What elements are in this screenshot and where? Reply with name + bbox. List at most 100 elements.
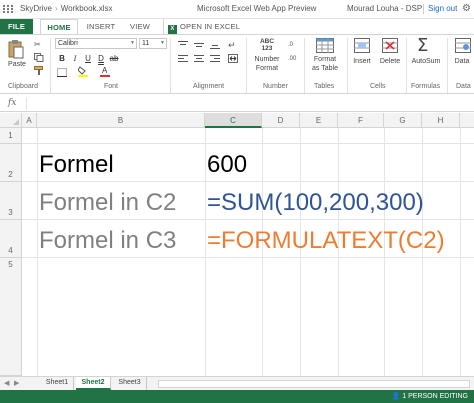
editing-status[interactable]: 👤 1 PERSON EDITING (392, 392, 468, 400)
separator (447, 38, 448, 93)
number-format-button[interactable]: Number Format (250, 55, 284, 73)
strikethrough-button[interactable]: ab (109, 53, 119, 64)
cell-b4[interactable]: Formel in C3 (39, 227, 176, 255)
user-name[interactable]: Mourad Louha - DSP (347, 4, 422, 13)
column-header-g[interactable]: G (384, 113, 422, 128)
decrease-decimal-icon[interactable]: .00 (288, 55, 298, 64)
data-button[interactable]: Data (451, 58, 473, 65)
title-bar: SkyDrive › Workbook.xlsx Microsoft Excel W… (0, 0, 474, 19)
sheet-tab-sheet3[interactable]: Sheet3 (113, 377, 147, 390)
tab-view[interactable]: VIEW (125, 19, 155, 34)
breadcrumb-separator-icon: › (55, 4, 58, 13)
horizontal-scrollbar[interactable] (158, 380, 470, 388)
align-left-icon[interactable] (178, 55, 188, 64)
delete-cells-button[interactable]: Delete (377, 58, 403, 65)
paste-icon[interactable] (8, 39, 24, 59)
row-header-3[interactable]: 3 (0, 182, 22, 220)
merge-center-icon[interactable] (228, 54, 238, 63)
column-header-h[interactable]: H (422, 113, 460, 128)
column-header-d[interactable]: D (262, 113, 300, 128)
svg-text:A: A (102, 66, 108, 75)
align-right-icon[interactable] (210, 55, 220, 64)
cell-c4[interactable]: =FORMULATEXT(C2) (207, 227, 445, 255)
tab-insert[interactable]: INSERT (84, 19, 118, 34)
cell-c2[interactable]: 600 (207, 151, 247, 179)
ribbon-tabs: FILE HOME INSERT VIEW X OPEN IN EXCEL (0, 19, 474, 35)
formula-bar: fx (0, 95, 474, 112)
fill-color-icon[interactable] (77, 66, 88, 77)
app-launcher-icon[interactable] (3, 5, 13, 14)
tab-file[interactable]: FILE (0, 19, 33, 34)
formula-input[interactable] (26, 97, 472, 110)
status-bar: 👤 1 PERSON EDITING (0, 390, 474, 403)
paste-button[interactable]: Paste (6, 61, 28, 68)
column-header-f[interactable]: F (338, 113, 384, 128)
row-header-5[interactable]: 5 (0, 258, 22, 376)
breadcrumb-root[interactable]: SkyDrive (20, 4, 52, 13)
format-painter-icon[interactable] (34, 66, 44, 75)
tab-home[interactable]: HOME (40, 19, 78, 35)
row-header-4[interactable]: 4 (0, 220, 22, 258)
borders-icon[interactable] (57, 68, 67, 77)
row-header-2[interactable]: 2 (0, 144, 22, 182)
font-name-select[interactable]: Calibri ▼ (55, 38, 137, 49)
sheet-tab-sheet2[interactable]: Sheet2 (76, 377, 111, 390)
open-in-excel-button[interactable]: X OPEN IN EXCEL (163, 19, 245, 34)
wrap-text-icon[interactable]: ↵ (228, 40, 238, 50)
settings-gear-icon[interactable]: ⚙ (462, 3, 471, 14)
sheet-tab-sheet1[interactable]: Sheet1 (41, 377, 74, 390)
format-as-table-icon (316, 38, 334, 53)
double-underline-button[interactable]: D (96, 53, 106, 64)
sheet-next-icon[interactable]: ▶ (14, 379, 19, 387)
insert-cells-button[interactable]: Insert (350, 58, 374, 65)
cell-b2[interactable]: Formel (39, 151, 114, 179)
format-as-table-button[interactable]: Format as Table (306, 55, 344, 73)
copy-icon[interactable] (34, 53, 44, 62)
breadcrumb-file: Workbook.xlsx (60, 4, 113, 13)
align-center-icon[interactable] (194, 55, 204, 64)
autosum-icon: Σ (417, 35, 429, 56)
cells-group-label: Cells (370, 83, 386, 90)
number-format-icon: ABC 123 (256, 38, 278, 52)
autosum-button[interactable]: AutoSum (408, 58, 444, 65)
font-name-value: Calibri (58, 40, 78, 47)
number-group-label: Number (263, 83, 288, 90)
separator (304, 38, 305, 93)
chevron-down-icon: ▼ (130, 40, 135, 46)
formulas-group-label: Formulas (411, 83, 441, 90)
cell-b3[interactable]: Formel in C2 (39, 189, 176, 217)
sheet-prev-icon[interactable]: ◀ (4, 379, 9, 387)
cut-icon[interactable]: ✂ (34, 40, 44, 49)
column-header-a[interactable]: A (22, 113, 37, 128)
data-icon (455, 38, 471, 53)
ribbon: Paste ✂ Clipboard Calibri ▼ 11 ▼ B I U D a… (0, 34, 474, 94)
font-group-label: Font (104, 83, 119, 90)
column-header-i[interactable]: I (460, 113, 474, 128)
italic-button[interactable]: I (70, 53, 80, 64)
column-header-e[interactable]: E (300, 113, 338, 128)
font-size-value: 11 (142, 40, 150, 47)
underline-button[interactable]: U (83, 53, 93, 64)
align-top-icon[interactable] (178, 41, 188, 50)
breadcrumb: SkyDrive › Workbook.xlsx (20, 4, 113, 13)
increase-decimal-icon[interactable]: .0 (288, 41, 298, 50)
font-color-icon[interactable]: A (100, 66, 110, 77)
number-format-label-2: Format (255, 65, 279, 72)
app-title: Microsoft Excel Web App Preview (197, 4, 317, 13)
gridline (37, 128, 38, 376)
column-header-c[interactable]: C (205, 113, 262, 128)
cell-c3[interactable]: =SUM(100,200,300) (207, 189, 424, 217)
select-all-corner[interactable] (0, 113, 22, 128)
align-bottom-icon[interactable] (210, 41, 220, 50)
function-icon[interactable]: fx (8, 98, 16, 108)
number-format-sample-text: ABC (259, 38, 275, 45)
separator (50, 38, 51, 93)
sign-out-link[interactable]: Sign out (428, 4, 457, 13)
column-header-b[interactable]: B (37, 113, 205, 128)
align-middle-icon[interactable] (194, 41, 204, 50)
font-size-select[interactable]: 11 ▼ (139, 38, 167, 49)
row-header-1[interactable]: 1 (0, 128, 22, 144)
spreadsheet-grid[interactable]: A B C D E F G H I 1 2 3 4 5 Formel 600 F… (0, 113, 474, 376)
bold-button[interactable]: B (57, 53, 67, 64)
gridline (205, 128, 206, 376)
